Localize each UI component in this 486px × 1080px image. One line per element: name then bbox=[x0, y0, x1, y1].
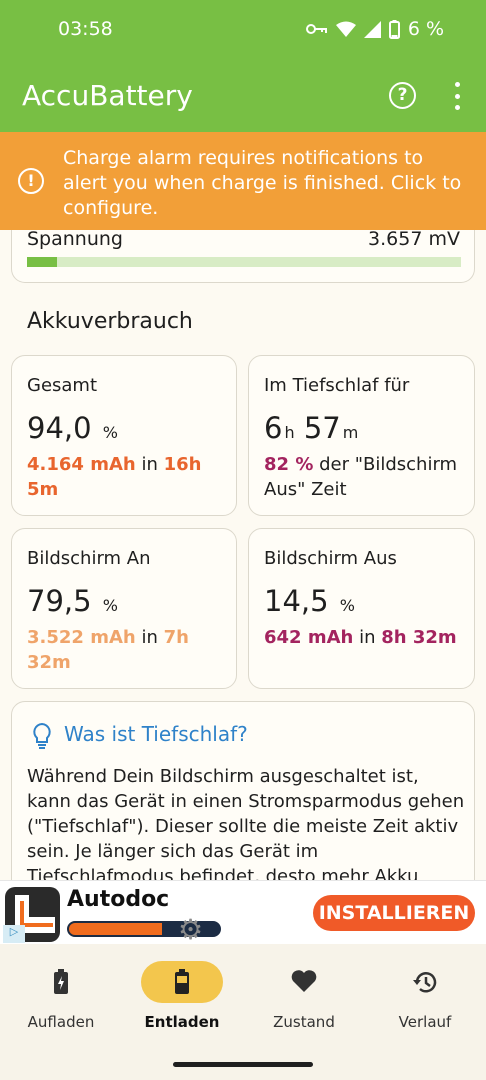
ad-progress-fill bbox=[69, 923, 162, 935]
ad-choices-icon[interactable]: ▷ bbox=[3, 925, 25, 943]
stat-detail: 82 % der "Bildschirm Aus" Zeit bbox=[264, 454, 458, 500]
history-icon bbox=[413, 972, 437, 993]
stat-card-total[interactable]: Gesamt 94,0 % 4.164 mAh in 16h 5m bbox=[11, 355, 237, 516]
nav-label: Verlauf bbox=[398, 1013, 452, 1031]
nav-item-discharging[interactable]: Entladen bbox=[121, 944, 243, 1054]
wifi-icon bbox=[335, 21, 356, 37]
nav-item-health[interactable]: Zustand bbox=[243, 944, 365, 1054]
battery-percent: 6 % bbox=[407, 18, 444, 40]
stat-detail: 642 mAh in 8h 32m bbox=[264, 627, 457, 648]
battery-charging-icon bbox=[54, 969, 68, 994]
stat-value: 14,5 % bbox=[264, 584, 355, 618]
more-options-icon[interactable] bbox=[452, 82, 462, 110]
heart-icon bbox=[291, 970, 317, 992]
stat-detail: 4.164 mAh in 16h 5m bbox=[27, 454, 202, 500]
nav-item-history[interactable]: Verlauf bbox=[364, 944, 486, 1054]
gear-icon: ⚙ bbox=[178, 913, 204, 946]
voltage-value: 3.657 mV bbox=[368, 228, 460, 250]
stat-label: Gesamt bbox=[27, 375, 98, 396]
app-bar: AccuBattery ? bbox=[0, 62, 486, 132]
stat-value: 94,0 % bbox=[27, 411, 118, 445]
bottom-navigation: Aufladen Entladen Zustand Verlauf bbox=[0, 944, 486, 1080]
nav-item-charging[interactable]: Aufladen bbox=[0, 944, 122, 1054]
stat-label: Bildschirm Aus bbox=[264, 548, 397, 569]
nav-label: Aufladen bbox=[27, 1013, 95, 1031]
lightbulb-icon bbox=[33, 722, 51, 749]
app-title: AccuBattery bbox=[22, 79, 193, 112]
battery-discharging-icon bbox=[175, 969, 189, 994]
section-title: Akkuverbrauch bbox=[27, 309, 193, 334]
clock: 03:58 bbox=[58, 18, 113, 40]
voltage-label: Spannung bbox=[27, 228, 123, 250]
alert-icon: ! bbox=[18, 168, 44, 194]
status-icons: 6 % bbox=[305, 18, 444, 40]
alert-text: Charge alarm requires notifications to a… bbox=[63, 147, 462, 219]
stat-card-screen-on[interactable]: Bildschirm An 79,5 % 3.522 mAh in 7h 32m bbox=[11, 528, 237, 689]
voltage-bar bbox=[27, 257, 461, 267]
stat-card-deep-sleep[interactable]: Im Tiefschlaf für 6h 57 m 82 % der "Bilds… bbox=[248, 355, 475, 516]
charge-alarm-banner[interactable]: ! Charge alarm requires notifications to… bbox=[0, 132, 486, 230]
battery-icon bbox=[388, 19, 400, 39]
stat-value: 6h 57 m bbox=[264, 411, 359, 445]
stat-card-screen-off[interactable]: Bildschirm Aus 14,5 % 642 mAh in 8h 32m bbox=[248, 528, 475, 689]
info-body: Während Dein Bildschirm ausgeschaltet is… bbox=[27, 766, 465, 887]
ad-title: Autodoc bbox=[67, 887, 170, 912]
stat-label: Im Tiefschlaf für bbox=[264, 375, 410, 396]
nav-label: Zustand bbox=[273, 1013, 335, 1031]
install-button[interactable]: INSTALLIEREN bbox=[313, 895, 475, 931]
stat-label: Bildschirm An bbox=[27, 548, 151, 569]
help-icon[interactable]: ? bbox=[389, 82, 416, 109]
vpn-key-icon bbox=[305, 24, 327, 34]
nav-label: Entladen bbox=[144, 1013, 220, 1031]
stat-detail: 3.522 mAh in 7h 32m bbox=[27, 627, 189, 673]
gesture-handle[interactable] bbox=[173, 1062, 313, 1067]
voltage-bar-fill bbox=[27, 257, 58, 267]
info-question-link[interactable]: Was ist Tiefschlaf? bbox=[64, 722, 248, 746]
deep-sleep-info-card: Was ist Tiefschlaf? Während Dein Bildsch… bbox=[11, 701, 475, 901]
stat-value: 79,5 % bbox=[27, 584, 118, 618]
status-bar: 03:58 6 % bbox=[0, 0, 486, 62]
ad-banner[interactable]: Autodoc ⚙ INSTALLIEREN ▷ bbox=[0, 880, 486, 946]
signal-icon bbox=[363, 20, 381, 38]
